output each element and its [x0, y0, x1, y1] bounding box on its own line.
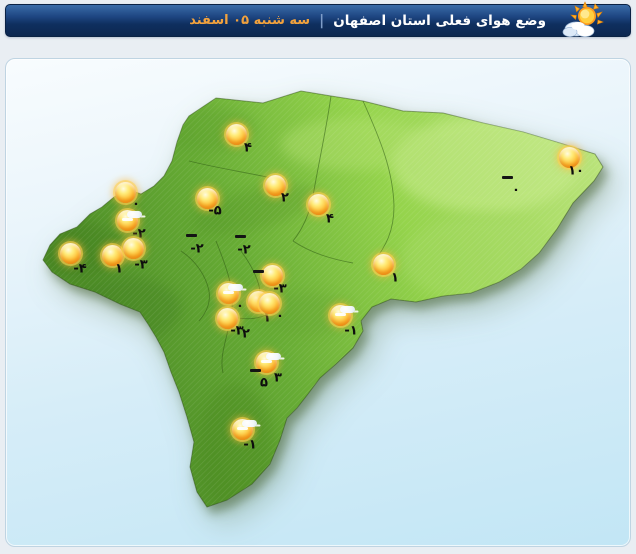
date-label: سه شنبه ۰۵ اسفند [189, 13, 310, 28]
temperature-label: ۰ [276, 310, 284, 323]
temperature-label: ۴ [244, 142, 252, 155]
temperature-label: ۴ [326, 213, 334, 226]
temperature-label: -۲ [190, 243, 203, 256]
temperature-label: -۳ [273, 283, 286, 296]
sun-cloud-icon [558, 1, 604, 43]
cloud-puff [127, 211, 142, 218]
cloud-puff [340, 306, 355, 313]
temperature-label: ۱۰ [568, 165, 584, 178]
cloud-puff [228, 284, 243, 291]
temperature-label: ۵ [260, 377, 268, 390]
temperature-label: -۵ [208, 205, 221, 218]
temperature-label: -۳ [134, 259, 147, 272]
cloud-puff [266, 353, 281, 360]
page-title: وضع هوای فعلی استان اصفهان [333, 13, 546, 29]
temperature-label: -۲ [237, 244, 250, 257]
dash-icon[interactable] [502, 176, 513, 179]
temperature-label: ۰ [132, 198, 140, 211]
dash-icon[interactable] [235, 235, 246, 238]
temperature-label: ۱ [391, 272, 399, 285]
temperature-label: ۲ [242, 328, 250, 341]
temperature-label: -۱ [243, 439, 256, 452]
dash-icon[interactable] [186, 234, 197, 237]
temperature-label: -۴ [73, 263, 86, 276]
stations-layer: ۴۱۰۲-۵۴۰۰-۲-۴۱-۳-۲-۲-۳۰۱۰-۳۱-۱۳۵-۱۲ [6, 59, 631, 547]
temperature-label: ۳ [274, 372, 282, 385]
title-separator: | [319, 13, 324, 29]
province-map: ۴۱۰۲-۵۴۰۰-۲-۴۱-۳-۲-۲-۳۰۱۰-۳۱-۱۳۵-۱۲ [6, 59, 631, 547]
dash-icon[interactable] [253, 270, 264, 273]
cloud-puff [242, 420, 257, 427]
dash-icon[interactable] [250, 369, 261, 372]
temperature-label: -۱ [344, 325, 357, 338]
temperature-label: ۰ [236, 300, 244, 313]
weather-page: { "header": { "title": "وضع هوای فعلی اس… [0, 0, 636, 554]
sun-icon[interactable] [123, 238, 144, 259]
temperature-label: ۲ [281, 192, 289, 205]
map-panel: ۴۱۰۲-۵۴۰۰-۲-۴۱-۳-۲-۲-۳۰۱۰-۳۱-۱۳۵-۱۲ [5, 58, 631, 547]
temperature-label: ۰ [512, 184, 520, 197]
temperature-label: ۱ [115, 263, 123, 276]
header-bar: وضع هوای فعلی استان اصفهان | سه شنبه ۰۵ … [5, 4, 631, 37]
